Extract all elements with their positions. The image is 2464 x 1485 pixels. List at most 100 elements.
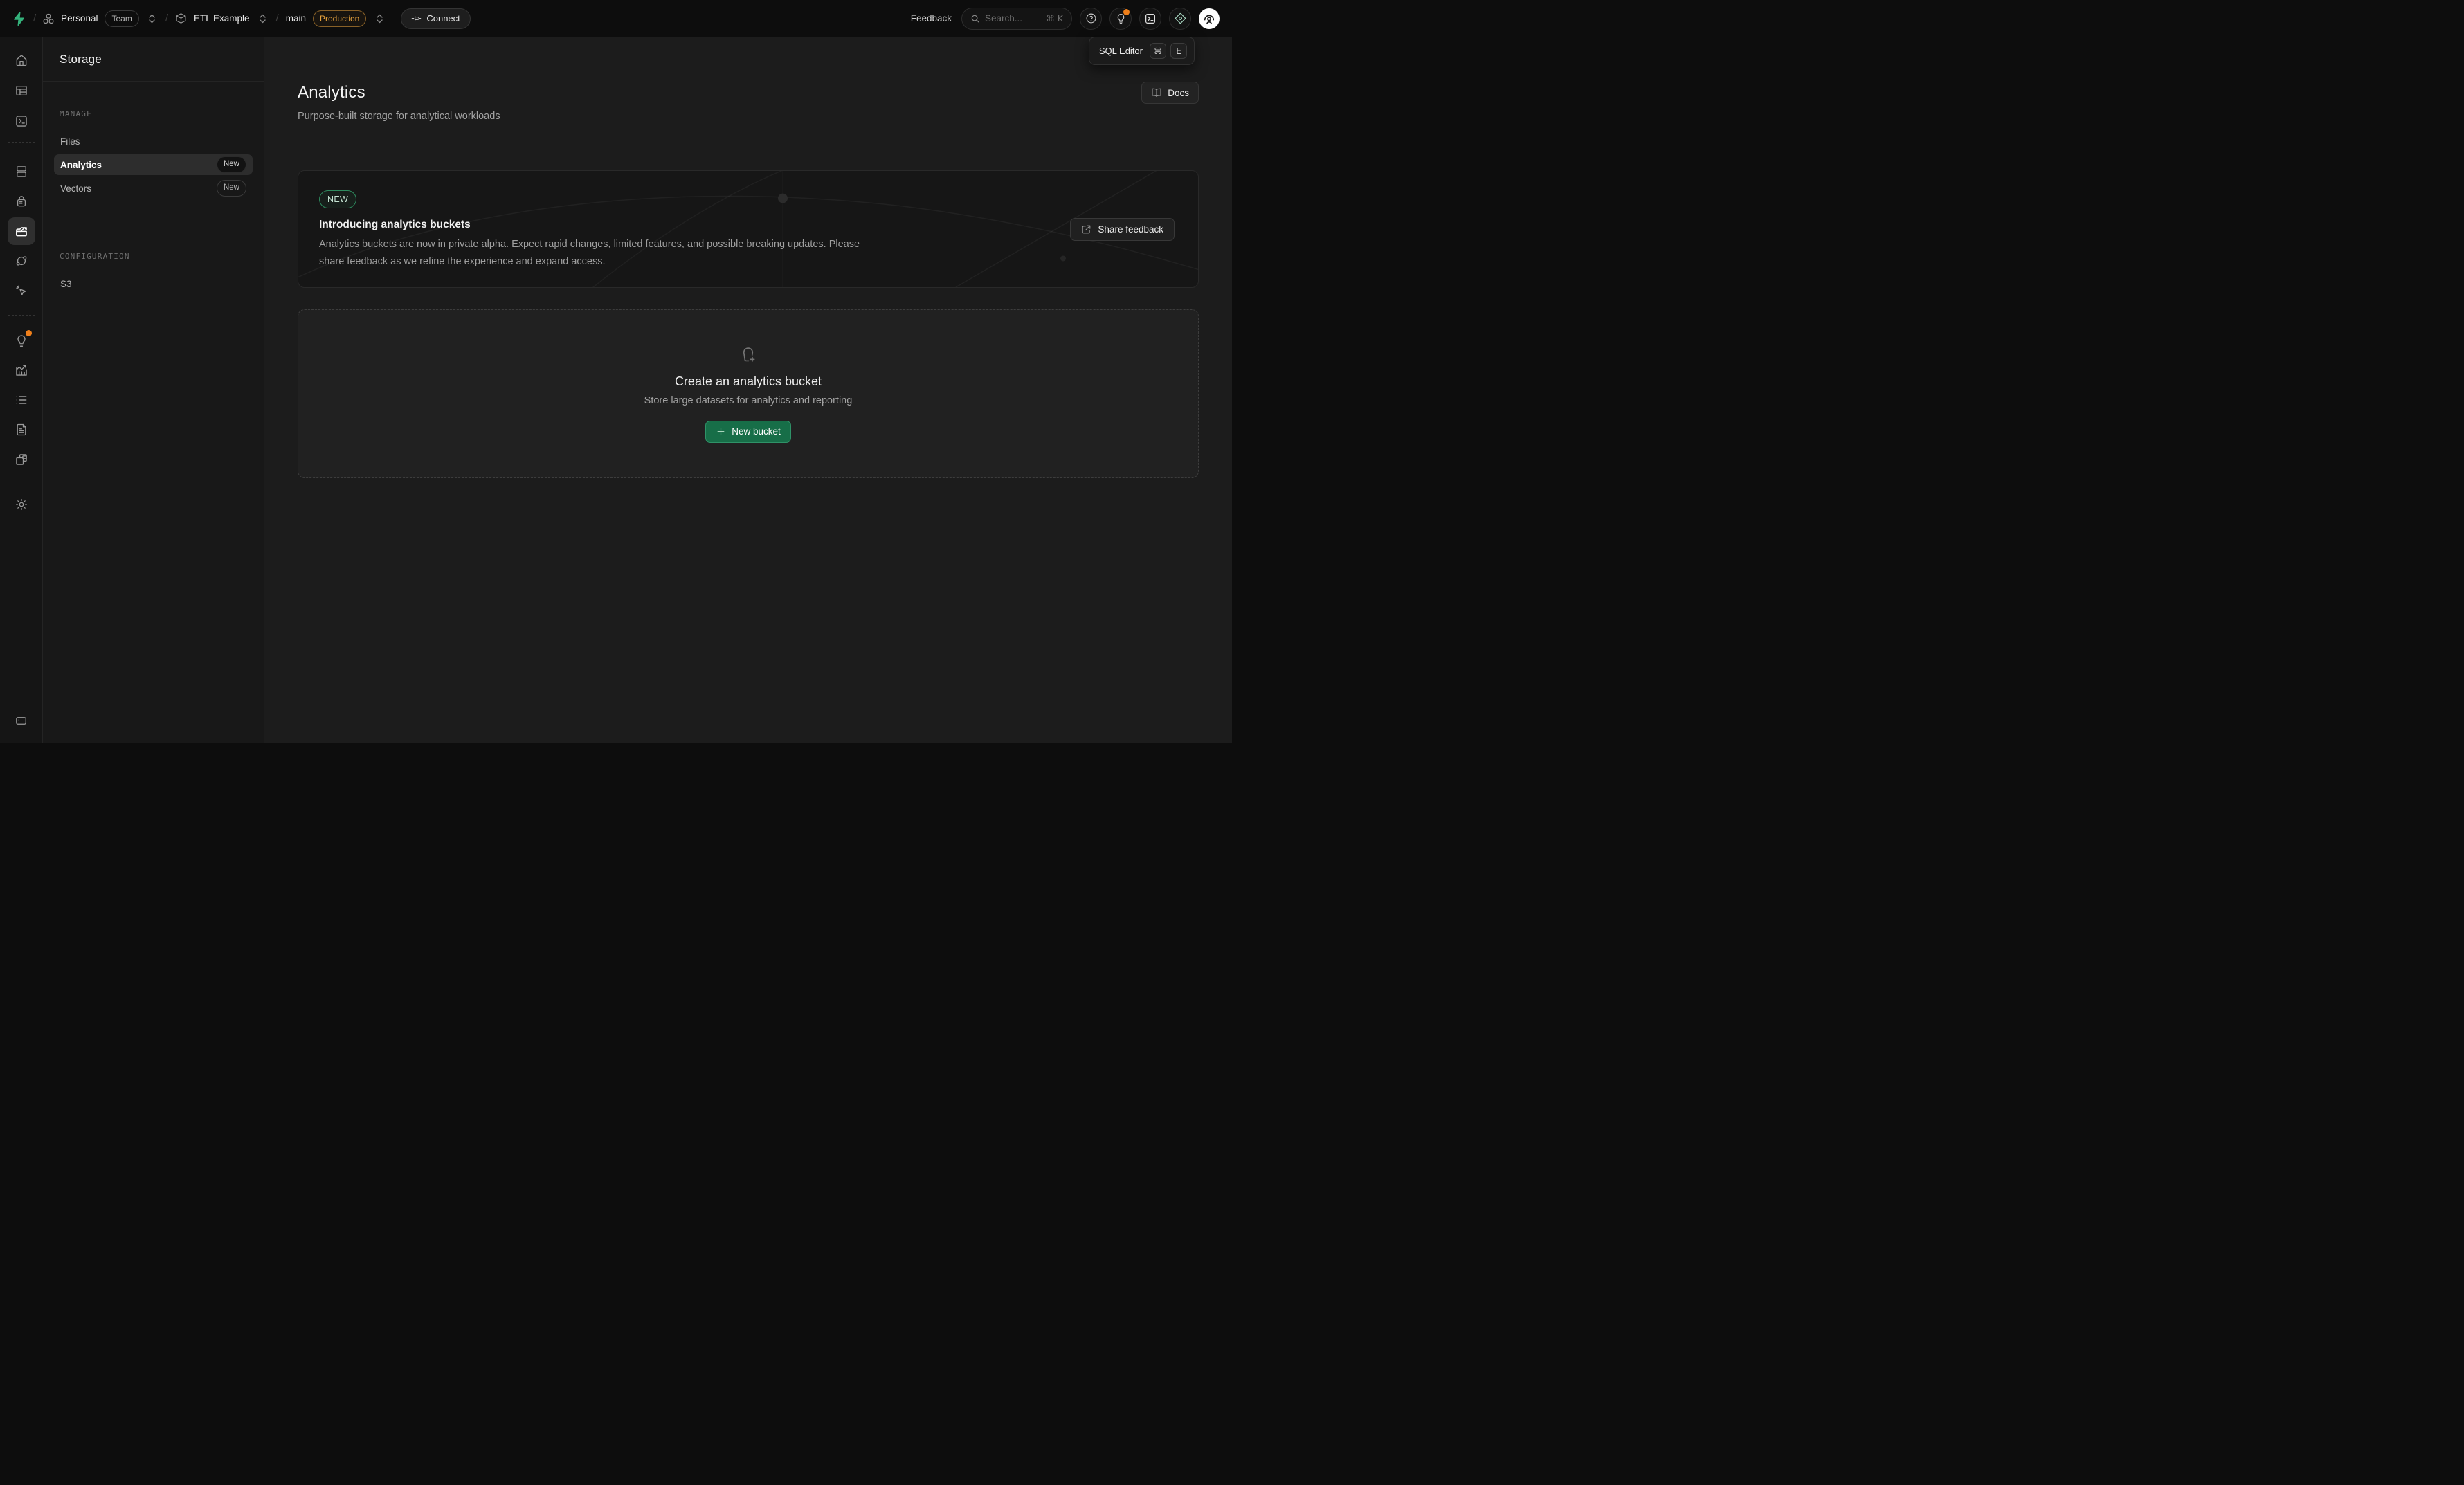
breadcrumb-separator: / <box>33 12 36 24</box>
nav-database[interactable] <box>8 158 35 185</box>
new-feature-badge: NEW <box>319 190 356 208</box>
banner-body: Analytics buckets are now in private alp… <box>319 236 866 271</box>
sidebar-item-s3[interactable]: S3 <box>54 273 253 294</box>
page-title: Analytics <box>298 83 365 102</box>
page-subtitle: Purpose-built storage for analytical wor… <box>298 111 1199 122</box>
header-actions: Feedback ⌘ K <box>911 8 1220 30</box>
e-key: E <box>1170 43 1187 59</box>
rail-divider <box>8 315 35 316</box>
sql-editor-icon <box>15 114 28 128</box>
nav-project-settings[interactable] <box>8 491 35 518</box>
nav-logs[interactable] <box>8 386 35 414</box>
nav-integrations[interactable] <box>8 446 35 473</box>
storage-sidebar: Storage MANAGE Files Analytics New Vecto… <box>43 37 264 742</box>
logs-icon <box>15 393 28 407</box>
org-plan-badge: Team <box>105 10 138 27</box>
sidebar-title: Storage <box>43 37 264 82</box>
sidebar-item-label: S3 <box>60 279 72 289</box>
branch-switcher-chevron[interactable] <box>373 10 386 27</box>
production-badge: Production <box>313 10 366 27</box>
new-badge: New <box>217 156 246 173</box>
sidebar-item-label: Files <box>60 136 80 147</box>
database-icon <box>15 165 28 179</box>
home-icon <box>15 53 28 67</box>
search-box[interactable]: ⌘ K <box>961 8 1072 30</box>
share-feedback-label: Share feedback <box>1098 224 1163 235</box>
profile-button[interactable] <box>1199 8 1220 29</box>
org-name[interactable]: Personal <box>61 13 98 24</box>
nav-auth[interactable] <box>8 188 35 215</box>
connect-button[interactable]: Connect <box>401 8 470 29</box>
breadcrumb-separator: / <box>165 12 168 24</box>
share-feedback-button[interactable]: Share feedback <box>1070 218 1175 241</box>
sidebar-item-analytics[interactable]: Analytics New <box>54 154 253 175</box>
top-navigation-bar: / Personal Team / ETL Exa <box>0 0 1232 37</box>
app-root: / Personal Team / ETL Exa <box>0 0 1232 742</box>
collapse-sidebar-icon <box>15 714 28 727</box>
ai-assistant-button[interactable] <box>1169 8 1191 30</box>
primary-nav-rail <box>0 37 43 742</box>
advisors-lightbulb-icon <box>15 334 28 347</box>
sidebar-item-vectors[interactable]: Vectors New <box>54 178 253 199</box>
terminal-icon <box>1144 12 1157 25</box>
tooltip-label: SQL Editor <box>1099 46 1143 56</box>
integrations-icon <box>15 453 28 466</box>
sql-editor-quick-button[interactable] <box>1139 8 1161 30</box>
nav-storage[interactable] <box>8 217 35 245</box>
nav-edge-functions[interactable] <box>8 247 35 275</box>
docs-button[interactable]: Docs <box>1141 82 1199 104</box>
new-badge: New <box>217 180 246 197</box>
nav-sql-editor[interactable] <box>8 107 35 135</box>
feedback-button[interactable]: Feedback <box>911 13 952 24</box>
help-button[interactable] <box>1080 8 1102 30</box>
section-label: MANAGE <box>60 109 247 118</box>
project-name[interactable]: ETL Example <box>194 13 250 24</box>
branch-name[interactable]: main <box>286 13 306 24</box>
sidebar-item-files[interactable]: Files <box>54 131 253 152</box>
nav-realtime[interactable] <box>8 277 35 304</box>
nav-home[interactable] <box>8 46 35 74</box>
api-docs-icon <box>15 423 28 437</box>
edge-functions-icon <box>15 254 28 268</box>
rail-divider <box>8 142 35 143</box>
settings-gear-icon <box>15 498 28 511</box>
docs-label: Docs <box>1168 88 1189 98</box>
banner-title: Introducing analytics buckets <box>319 219 866 231</box>
collapse-sidebar-button[interactable] <box>8 707 35 734</box>
supabase-logo-icon[interactable] <box>11 11 26 26</box>
notification-dot <box>1123 9 1130 15</box>
nav-advisors[interactable] <box>8 327 35 354</box>
organization-icon <box>43 13 54 24</box>
empty-state-title: Create an analytics bucket <box>675 374 822 389</box>
new-bucket-label: New bucket <box>732 426 781 437</box>
nav-reports[interactable] <box>8 356 35 384</box>
nav-table-editor[interactable] <box>8 77 35 104</box>
project-box-icon <box>175 12 187 24</box>
search-icon <box>970 14 980 24</box>
empty-state-subtitle: Store large datasets for analytics and r… <box>644 395 853 406</box>
plus-icon <box>716 426 726 437</box>
external-link-icon <box>1081 224 1091 235</box>
banner-content: NEW Introducing analytics buckets Analyt… <box>319 190 866 268</box>
create-bucket-card: Create an analytics bucket Store large d… <box>298 309 1199 478</box>
new-bucket-button[interactable]: New bucket <box>705 421 791 443</box>
search-input[interactable] <box>985 13 1041 24</box>
storage-icon <box>15 224 28 238</box>
help-icon <box>1085 12 1097 24</box>
sql-editor-tooltip: SQL Editor ⌘ E <box>1089 37 1195 65</box>
advisors-notifications-button[interactable] <box>1109 8 1132 30</box>
breadcrumb-separator: / <box>276 12 279 24</box>
sidebar-item-label: Analytics <box>60 160 102 170</box>
nav-api-docs[interactable] <box>8 416 35 444</box>
auth-lock-icon <box>15 194 28 208</box>
project-switcher-chevron[interactable] <box>257 10 269 27</box>
table-editor-icon <box>15 84 28 98</box>
breadcrumb: / Personal Team / ETL Exa <box>11 8 471 29</box>
reports-icon <box>15 363 28 377</box>
sidebar-section-configuration: CONFIGURATION S3 <box>43 224 264 294</box>
ai-diamond-icon <box>1174 12 1187 25</box>
plug-icon <box>411 13 422 24</box>
bucket-add-icon <box>739 345 757 363</box>
org-switcher-chevron[interactable] <box>146 10 158 27</box>
section-label: CONFIGURATION <box>60 252 247 261</box>
